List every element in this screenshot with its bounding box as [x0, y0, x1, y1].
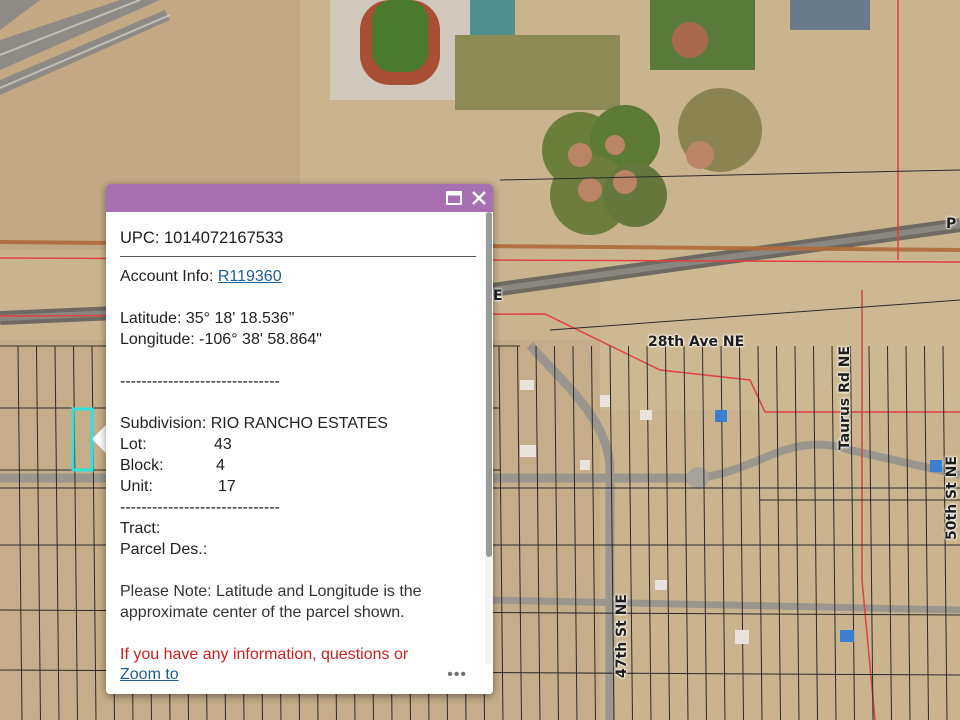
maximize-icon — [446, 191, 462, 205]
account-link[interactable]: R119360 — [218, 268, 282, 285]
block-row: Block: 4 — [120, 455, 475, 476]
road-label-28th-ave: 28th Ave NE — [648, 334, 745, 350]
tract-label: Tract: — [120, 520, 161, 537]
parcel-des-label: Parcel Des.: — [120, 541, 208, 558]
separator-2: ------------------------------ — [120, 499, 280, 516]
lot-label: Lot: — [120, 436, 147, 453]
contact-note: If you have any information, questions o… — [120, 646, 409, 663]
popup-body[interactable]: UPC: 1014072167533 Account Info: R119360… — [106, 212, 491, 664]
popup-pointer — [92, 425, 106, 453]
popup-header — [106, 184, 493, 212]
maximize-button[interactable] — [443, 187, 465, 209]
popup-footer: Zoom to ••• — [106, 664, 493, 694]
road-label-47th-st: 47th St NE — [613, 594, 630, 678]
latitude: Latitude: 35° 18' 18.536" — [120, 310, 295, 327]
more-options-icon[interactable]: ••• — [447, 666, 467, 684]
close-button[interactable] — [468, 187, 490, 209]
account-label: Account Info: — [120, 268, 218, 285]
block-value: 4 — [216, 457, 225, 474]
unit-label: Unit: — [120, 478, 153, 495]
lot-value: 43 — [214, 436, 232, 453]
road-label-p: P — [946, 216, 957, 232]
separator: ------------------------------ — [120, 373, 280, 390]
road-label-taurus: Taurus Rd NE — [837, 345, 854, 451]
unit-row: Unit: 17 — [120, 476, 475, 497]
close-icon — [472, 191, 486, 205]
zoom-to-link[interactable]: Zoom to — [120, 666, 179, 684]
block-label: Block: — [120, 457, 164, 474]
coordinates-note: Please Note: Latitude and Longitude is t… — [120, 583, 422, 621]
unit-value: 17 — [218, 478, 236, 495]
road-label-50th-st: 50th St NE — [943, 456, 960, 540]
longitude: Longitude: -106° 38' 58.864" — [120, 331, 322, 348]
scroll-thumb[interactable] — [486, 212, 492, 557]
road-label-e: E — [493, 288, 503, 304]
parcel-popup: UPC: 1014072167533 Account Info: R119360… — [106, 184, 493, 694]
subdivision: Subdivision: RIO RANCHO ESTATES — [120, 415, 388, 432]
account-info: Account Info: R119360 — [120, 266, 475, 287]
lot-row: Lot: 43 — [120, 434, 475, 455]
upc-title: UPC: 1014072167533 — [120, 228, 476, 257]
popup-scrollbar[interactable] — [485, 212, 493, 664]
